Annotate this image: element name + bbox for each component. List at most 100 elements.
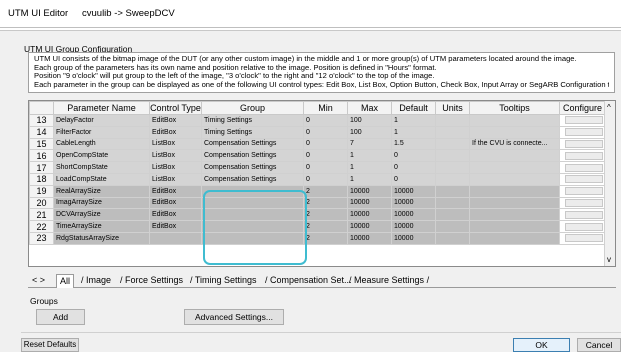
- configure-button[interactable]: [564, 198, 603, 207]
- min-cell[interactable]: 2: [303, 184, 348, 198]
- units-cell[interactable]: [435, 172, 470, 186]
- parameter-name-cell[interactable]: CableLength: [53, 137, 150, 151]
- tooltip-cell[interactable]: If the CVU is connecte...: [469, 137, 560, 151]
- min-cell[interactable]: 0: [303, 161, 348, 174]
- add-group-button[interactable]: Add: [36, 309, 85, 325]
- configure-cell[interactable]: [559, 220, 606, 233]
- configure-button[interactable]: [564, 222, 603, 231]
- max-cell[interactable]: 10000: [347, 196, 392, 210]
- min-cell[interactable]: 2: [303, 196, 348, 210]
- units-cell[interactable]: [435, 184, 470, 198]
- default-cell[interactable]: 10000: [391, 231, 436, 245]
- tooltip-cell[interactable]: [469, 184, 560, 198]
- parameter-name-cell[interactable]: DCVArraySize: [53, 208, 150, 222]
- column-header-control[interactable]: Control Type: [149, 101, 202, 115]
- column-header-configure[interactable]: Configure: [559, 101, 606, 115]
- configure-cell[interactable]: [559, 196, 606, 210]
- column-header-units[interactable]: Units: [435, 101, 470, 115]
- max-cell[interactable]: 10000: [347, 220, 392, 233]
- tooltip-cell[interactable]: [469, 125, 560, 139]
- column-header-name[interactable]: Parameter Name: [53, 101, 150, 115]
- vertical-scrollbar[interactable]: ^ v: [604, 101, 615, 266]
- min-cell[interactable]: 2: [303, 220, 348, 233]
- units-cell[interactable]: [435, 231, 470, 245]
- configure-cell[interactable]: [559, 125, 606, 139]
- configure-cell[interactable]: [559, 231, 606, 245]
- column-header-default[interactable]: Default: [391, 101, 436, 115]
- configure-button[interactable]: [564, 163, 603, 172]
- configure-cell[interactable]: [559, 161, 606, 174]
- parameter-name-cell[interactable]: FilterFactor: [53, 125, 150, 139]
- parameter-name-cell[interactable]: LoadCompState: [53, 172, 150, 186]
- tab-compensation-settings[interactable]: / Compensation Set...: [262, 274, 355, 288]
- tab-scroll-arrows[interactable]: < >: [32, 275, 45, 285]
- max-cell[interactable]: 1: [347, 161, 392, 174]
- column-header-tooltips[interactable]: Tooltips: [469, 101, 560, 115]
- configure-cell[interactable]: [559, 172, 606, 186]
- configure-button[interactable]: [564, 210, 603, 219]
- control-type-cell[interactable]: ListBox: [149, 137, 202, 151]
- control-type-cell[interactable]: EditBox: [149, 196, 202, 210]
- table-row[interactable]: 21 DCVArraySize EditBox 2 10000 10000: [29, 208, 606, 222]
- control-type-cell[interactable]: EditBox: [149, 114, 202, 127]
- tab-measure-settings[interactable]: / Measure Settings /: [346, 274, 432, 288]
- min-cell[interactable]: 0: [303, 137, 348, 151]
- configure-cell[interactable]: [559, 149, 606, 163]
- tooltip-cell[interactable]: [469, 172, 560, 186]
- configure-button[interactable]: [564, 187, 603, 196]
- table-row[interactable]: 22 TimeArraySize EditBox 2 10000 10000: [29, 220, 606, 233]
- tooltip-cell[interactable]: [469, 149, 560, 163]
- units-cell[interactable]: [435, 125, 470, 139]
- default-cell[interactable]: 10000: [391, 208, 436, 222]
- max-cell[interactable]: 7: [347, 137, 392, 151]
- parameter-name-cell[interactable]: DelayFactor: [53, 114, 150, 127]
- control-type-cell[interactable]: ListBox: [149, 149, 202, 163]
- group-cell[interactable]: Compensation Settings: [201, 149, 304, 163]
- min-cell[interactable]: 2: [303, 231, 348, 245]
- reset-defaults-button[interactable]: Reset Defaults: [21, 338, 79, 352]
- tooltip-cell[interactable]: [469, 208, 560, 222]
- control-type-cell[interactable]: ListBox: [149, 161, 202, 174]
- table-row[interactable]: 23 RdgStatusArraySize 2 10000 10000: [29, 231, 606, 245]
- table-row[interactable]: 14 FilterFactor EditBox Timing Settings …: [29, 125, 606, 139]
- configure-button[interactable]: [564, 128, 603, 137]
- default-cell[interactable]: 1.5: [391, 137, 436, 151]
- default-cell[interactable]: 10000: [391, 220, 436, 233]
- parameter-name-cell[interactable]: ShortCompState: [53, 161, 150, 174]
- group-cell[interactable]: [201, 196, 304, 210]
- ok-button[interactable]: OK: [513, 338, 570, 352]
- default-cell[interactable]: 10000: [391, 196, 436, 210]
- group-cell[interactable]: [201, 208, 304, 222]
- scroll-up-icon[interactable]: ^: [607, 103, 611, 112]
- default-cell[interactable]: 10000: [391, 184, 436, 198]
- configure-button[interactable]: [564, 139, 603, 148]
- tooltip-cell[interactable]: [469, 196, 560, 210]
- column-header-max[interactable]: Max: [347, 101, 392, 115]
- table-row[interactable]: 15 CableLength ListBox Compensation Sett…: [29, 137, 606, 151]
- parameter-name-cell[interactable]: RealArraySize: [53, 184, 150, 198]
- configure-button[interactable]: [564, 116, 603, 125]
- min-cell[interactable]: 0: [303, 149, 348, 163]
- max-cell[interactable]: 100: [347, 125, 392, 139]
- units-cell[interactable]: [435, 137, 470, 151]
- tooltip-cell[interactable]: [469, 161, 560, 174]
- tab-force-settings[interactable]: / Force Settings: [117, 274, 186, 288]
- column-header-min[interactable]: Min: [303, 101, 348, 115]
- max-cell[interactable]: 10000: [347, 208, 392, 222]
- configure-button[interactable]: [564, 151, 603, 160]
- configure-button[interactable]: [564, 234, 603, 243]
- control-type-cell[interactable]: EditBox: [149, 184, 202, 198]
- group-cell[interactable]: [201, 231, 304, 245]
- parameter-name-cell[interactable]: TimeArraySize: [53, 220, 150, 233]
- configure-cell[interactable]: [559, 137, 606, 151]
- table-row[interactable]: 20 ImagArraySize EditBox 2 10000 10000: [29, 196, 606, 210]
- units-cell[interactable]: [435, 114, 470, 127]
- tooltip-cell[interactable]: [469, 220, 560, 233]
- default-cell[interactable]: 0: [391, 161, 436, 174]
- units-cell[interactable]: [435, 196, 470, 210]
- configure-cell[interactable]: [559, 208, 606, 222]
- group-cell[interactable]: [201, 184, 304, 198]
- table-row[interactable]: 16 OpenCompState ListBox Compensation Se…: [29, 149, 606, 163]
- tab-all[interactable]: All: [56, 274, 75, 288]
- tooltip-cell[interactable]: [469, 231, 560, 245]
